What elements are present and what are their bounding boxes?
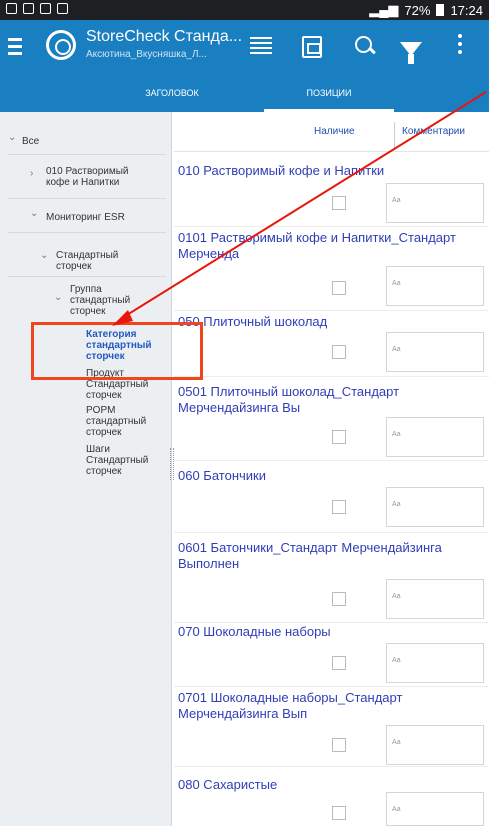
app-bar: StoreCheck Станда... Аксютина_Вкусняшка_… <box>0 20 489 78</box>
presence-checkbox[interactable] <box>332 592 346 606</box>
chevron-down-icon[interactable]: ⌄ <box>54 292 62 303</box>
hamburger-menu-icon[interactable] <box>8 38 22 56</box>
comment-field[interactable]: Аа <box>386 643 484 683</box>
row-title: 0701 Шоколадные наборы_Стандарт Мерченда… <box>178 690 403 721</box>
column-separator <box>394 122 395 148</box>
tab-header[interactable]: ЗАГОЛОВОК <box>118 78 226 112</box>
comment-field[interactable]: Аа <box>386 417 484 457</box>
save-icon[interactable] <box>302 36 322 58</box>
presence-checkbox[interactable] <box>332 430 346 444</box>
app-subtitle: Аксютина_Вкусняшка_Л... <box>86 49 207 60</box>
row-title: 0501 Плиточный шоколад_Стандарт Мерченда… <box>178 384 400 415</box>
row-divider <box>174 226 489 227</box>
tree-item-steps[interactable]: Шаги Стандартный сторчек <box>86 444 166 477</box>
row-title: 050 Плиточный шоколад <box>178 314 328 329</box>
tab-positions[interactable]: ПОЗИЦИИ <box>264 78 394 112</box>
resize-handle[interactable] <box>170 448 174 480</box>
row-title: 0101 Растворимый кофе и Напитки_Стандарт… <box>178 230 456 261</box>
row-divider <box>174 460 489 461</box>
row-title: 0601 Батончики_Стандарт Мерчендайзинга В… <box>178 540 442 571</box>
tree-item-coffee[interactable]: 010 Растворимый кофе и Напитки <box>46 166 146 188</box>
notification-icons <box>6 3 68 14</box>
row-title: 010 Растворимый кофе и Напитки <box>178 163 385 178</box>
status-bar: ▂▄▆ 72% 17:24 <box>0 0 489 20</box>
tree-item-all[interactable]: Все <box>22 136 162 147</box>
comment-field[interactable]: Аа <box>386 332 484 372</box>
tree-item-popm[interactable]: POPM стандартный сторчек <box>86 405 166 438</box>
presence-checkbox[interactable] <box>332 196 346 210</box>
row-divider <box>174 310 489 311</box>
gallery-icon <box>23 3 34 14</box>
presence-checkbox[interactable] <box>332 738 346 752</box>
row-divider <box>174 622 489 623</box>
comment-field[interactable]: Аа <box>386 266 484 306</box>
comment-field[interactable]: Аа <box>386 183 484 223</box>
clock: 17:24 <box>450 2 483 18</box>
presence-checkbox[interactable] <box>332 345 346 359</box>
android-icon <box>57 3 68 14</box>
app-title: StoreCheck Станда... <box>86 28 243 45</box>
row-divider <box>174 766 489 767</box>
battery-percent: 72% <box>404 2 431 18</box>
tree-item-esr[interactable]: Мониторинг ESR <box>46 212 166 223</box>
overflow-menu-icon[interactable] <box>458 34 464 60</box>
presence-checkbox[interactable] <box>332 656 346 670</box>
tree-divider <box>8 198 166 199</box>
tab-bar: ЗАГОЛОВОК ПОЗИЦИИ <box>0 78 489 112</box>
filter-icon[interactable] <box>400 42 422 64</box>
category-tree-sidebar: ⌄ Все › 010 Растворимый кофе и Напитки ⌄… <box>0 112 172 826</box>
row-title: 060 Батончики <box>178 468 266 483</box>
tree-divider <box>8 232 166 233</box>
sync-icon <box>40 3 51 14</box>
chevron-down-icon[interactable]: ⌄ <box>30 208 38 219</box>
storecheck-logo-icon <box>46 30 76 60</box>
chevron-right-icon[interactable]: › <box>30 168 33 179</box>
chevron-down-icon[interactable]: ⌄ <box>8 132 16 143</box>
presence-checkbox[interactable] <box>332 806 346 820</box>
tree-divider <box>8 154 166 155</box>
row-title: 070 Шоколадные наборы <box>178 624 331 639</box>
column-header-row: Наличие Комментарии <box>174 112 489 152</box>
comment-field[interactable]: Аа <box>386 487 484 527</box>
presence-checkbox[interactable] <box>332 500 346 514</box>
annotation-highlight-box <box>31 322 203 380</box>
chevron-down-icon[interactable]: ⌄ <box>40 250 48 261</box>
row-divider <box>174 686 489 687</box>
list-view-icon[interactable] <box>248 34 274 60</box>
tree-item-standard-storecheck[interactable]: Стандартный сторчек <box>56 250 136 272</box>
comment-field[interactable]: Аа <box>386 579 484 619</box>
location-icon <box>6 3 17 14</box>
row-title: 080 Сахаристые <box>178 777 278 792</box>
battery-icon <box>436 4 445 16</box>
signal-icon: ▂▄▆ <box>369 2 399 17</box>
presence-checkbox[interactable] <box>332 281 346 295</box>
row-divider <box>174 376 489 377</box>
column-presence[interactable]: Наличие <box>314 126 355 137</box>
tree-divider <box>8 276 166 277</box>
comment-field[interactable]: Аа <box>386 725 484 765</box>
column-comments[interactable]: Комментарии <box>402 126 465 137</box>
tree-item-group[interactable]: Группа стандартный сторчек <box>70 284 150 317</box>
row-divider <box>174 532 489 533</box>
search-icon[interactable] <box>352 34 378 60</box>
comment-field[interactable]: Аа <box>386 792 484 826</box>
